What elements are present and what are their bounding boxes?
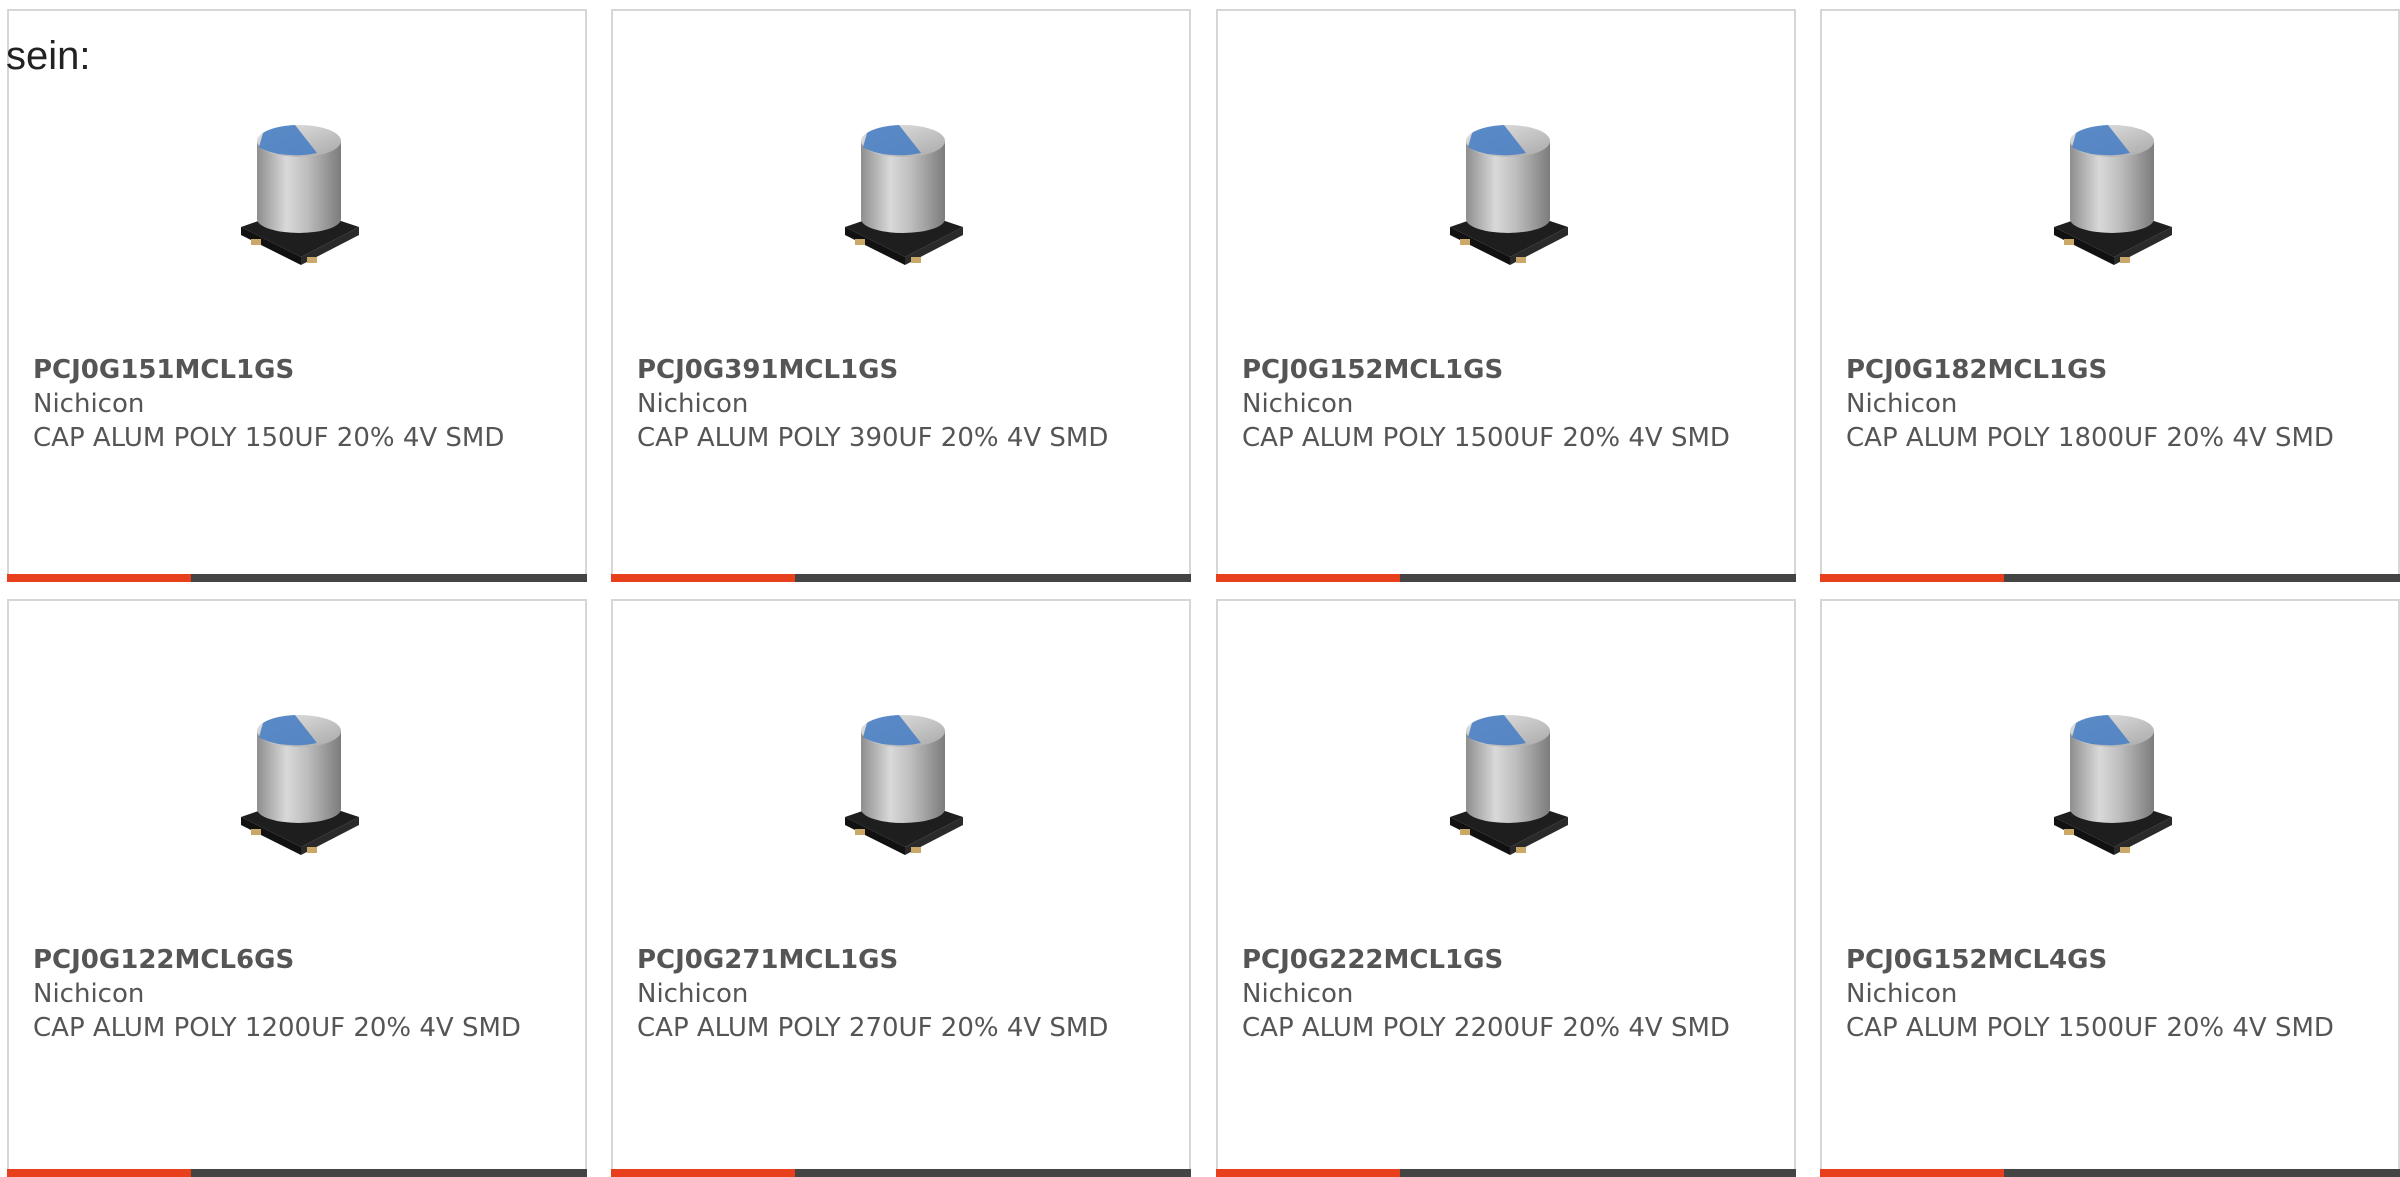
product-part-number[interactable]: PCJ0G122MCL6GS: [33, 943, 533, 977]
product-part-number[interactable]: PCJ0G151MCL1GS: [33, 353, 533, 387]
product-part-number[interactable]: PCJ0G222MCL1GS: [1242, 943, 1742, 977]
product-description: CAP ALUM POLY 150UF 20% 4V SMD: [33, 423, 505, 453]
capacitor-icon: [803, 679, 1003, 879]
product-part-number[interactable]: PCJ0G391MCL1GS: [637, 353, 1137, 387]
product-part-number[interactable]: PCJ0G182MCL1GS: [1846, 353, 2346, 387]
product-info: PCJ0G152MCL4GS Nichicon CAP ALUM POLY 15…: [1846, 943, 2346, 1045]
card-bottom-bar: [7, 574, 587, 582]
product-card[interactable]: PCJ0G122MCL6GS Nichicon CAP ALUM POLY 12…: [7, 599, 587, 1177]
capacitor-icon: [199, 679, 399, 879]
product-manufacturer: Nichicon: [1846, 389, 1958, 419]
card-bottom-bar: [7, 1169, 587, 1177]
product-grid: PCJ0G151MCL1GS Nichicon CAP ALUM POLY 15…: [0, 0, 2400, 1177]
section-heading: sein:: [6, 34, 91, 78]
product-card[interactable]: PCJ0G151MCL1GS Nichicon CAP ALUM POLY 15…: [7, 9, 587, 582]
product-description: CAP ALUM POLY 1800UF 20% 4V SMD: [1846, 423, 2334, 453]
product-manufacturer: Nichicon: [1242, 389, 1354, 419]
product-manufacturer: Nichicon: [637, 389, 749, 419]
capacitor-icon: [1408, 679, 1608, 879]
product-card[interactable]: PCJ0G152MCL4GS Nichicon CAP ALUM POLY 15…: [1820, 599, 2400, 1177]
product-manufacturer: Nichicon: [1242, 979, 1354, 1009]
product-card[interactable]: PCJ0G271MCL1GS Nichicon CAP ALUM POLY 27…: [611, 599, 1191, 1177]
product-info: PCJ0G222MCL1GS Nichicon CAP ALUM POLY 22…: [1242, 943, 1742, 1045]
card-bottom-bar: [1820, 1169, 2400, 1177]
card-bottom-bar: [1216, 574, 1796, 582]
product-description: CAP ALUM POLY 2200UF 20% 4V SMD: [1242, 1013, 1730, 1043]
capacitor-icon: [803, 89, 1003, 289]
product-manufacturer: Nichicon: [1846, 979, 1958, 1009]
product-part-number[interactable]: PCJ0G152MCL4GS: [1846, 943, 2346, 977]
product-description: CAP ALUM POLY 1200UF 20% 4V SMD: [33, 1013, 521, 1043]
product-info: PCJ0G152MCL1GS Nichicon CAP ALUM POLY 15…: [1242, 353, 1742, 455]
product-info: PCJ0G122MCL6GS Nichicon CAP ALUM POLY 12…: [33, 943, 533, 1045]
product-card[interactable]: PCJ0G152MCL1GS Nichicon CAP ALUM POLY 15…: [1216, 9, 1796, 582]
capacitor-icon: [2012, 89, 2212, 289]
product-info: PCJ0G391MCL1GS Nichicon CAP ALUM POLY 39…: [637, 353, 1137, 455]
product-info: PCJ0G271MCL1GS Nichicon CAP ALUM POLY 27…: [637, 943, 1137, 1045]
product-description: CAP ALUM POLY 390UF 20% 4V SMD: [637, 423, 1109, 453]
product-info: PCJ0G182MCL1GS Nichicon CAP ALUM POLY 18…: [1846, 353, 2346, 455]
product-manufacturer: Nichicon: [637, 979, 749, 1009]
product-description: CAP ALUM POLY 270UF 20% 4V SMD: [637, 1013, 1109, 1043]
product-manufacturer: Nichicon: [33, 389, 145, 419]
capacitor-icon: [199, 89, 399, 289]
product-card[interactable]: PCJ0G182MCL1GS Nichicon CAP ALUM POLY 18…: [1820, 9, 2400, 582]
product-card[interactable]: PCJ0G222MCL1GS Nichicon CAP ALUM POLY 22…: [1216, 599, 1796, 1177]
card-bottom-bar: [1820, 574, 2400, 582]
product-part-number[interactable]: PCJ0G271MCL1GS: [637, 943, 1137, 977]
product-card[interactable]: PCJ0G391MCL1GS Nichicon CAP ALUM POLY 39…: [611, 9, 1191, 582]
card-bottom-bar: [611, 574, 1191, 582]
product-part-number[interactable]: PCJ0G152MCL1GS: [1242, 353, 1742, 387]
card-bottom-bar: [611, 1169, 1191, 1177]
capacitor-icon: [2012, 679, 2212, 879]
capacitor-icon: [1408, 89, 1608, 289]
product-info: PCJ0G151MCL1GS Nichicon CAP ALUM POLY 15…: [33, 353, 533, 455]
product-manufacturer: Nichicon: [33, 979, 145, 1009]
card-bottom-bar: [1216, 1169, 1796, 1177]
product-description: CAP ALUM POLY 1500UF 20% 4V SMD: [1242, 423, 1730, 453]
product-description: CAP ALUM POLY 1500UF 20% 4V SMD: [1846, 1013, 2334, 1043]
